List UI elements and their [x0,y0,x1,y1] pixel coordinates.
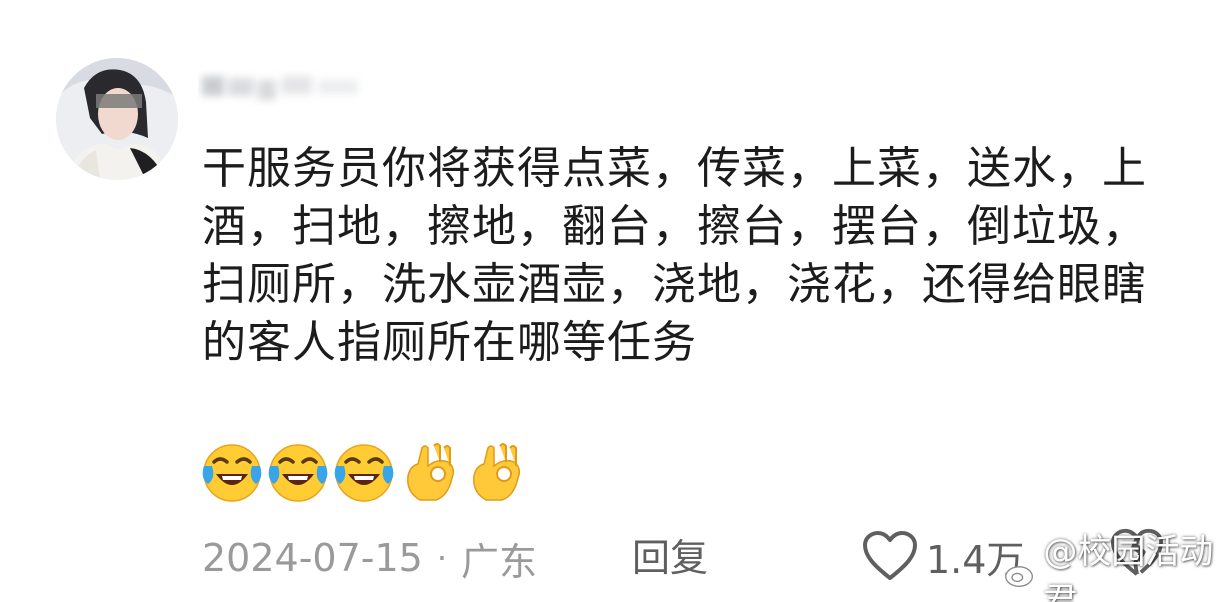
username-blurred[interactable] [198,70,378,106]
ok-hand-emoji-icon [473,443,521,501]
reply-button[interactable]: 回复 [632,530,708,586]
comment-card: 干服务员你将获得点菜，传菜，上菜，送水，上酒，扫地，擦地，翻台，擦台，摆台，倒垃… [0,0,1224,602]
watermark-text: @校园活动君 [1043,532,1214,602]
avatar-photo-icon [56,58,178,180]
comment-location: 广东 [461,539,538,584]
emoji-row [200,440,528,506]
comment-meta: 2024-07-15 · 广东 [202,530,537,586]
laughing-crying-emoji-icon [202,444,262,502]
like-button[interactable]: 1.4万 [862,526,1024,586]
weibo-logo-icon [1005,560,1039,587]
ok-hand-emoji-icon [407,443,455,501]
meta-separator: · [436,539,448,577]
heart-outline-icon [863,531,917,580]
blurred-username-icon [202,76,358,100]
comment-text: 干服务员你将获得点菜，传菜，上菜，送水，上酒，扫地，擦地，翻台，擦台，摆台，倒垃… [202,143,1147,368]
weibo-watermark: @校园活动君 [1004,532,1224,602]
laughing-crying-emoji-icon [268,444,328,502]
laughing-crying-emoji-icon [334,444,394,502]
comment-date: 2024-07-15 [202,536,423,580]
avatar[interactable] [56,58,178,180]
